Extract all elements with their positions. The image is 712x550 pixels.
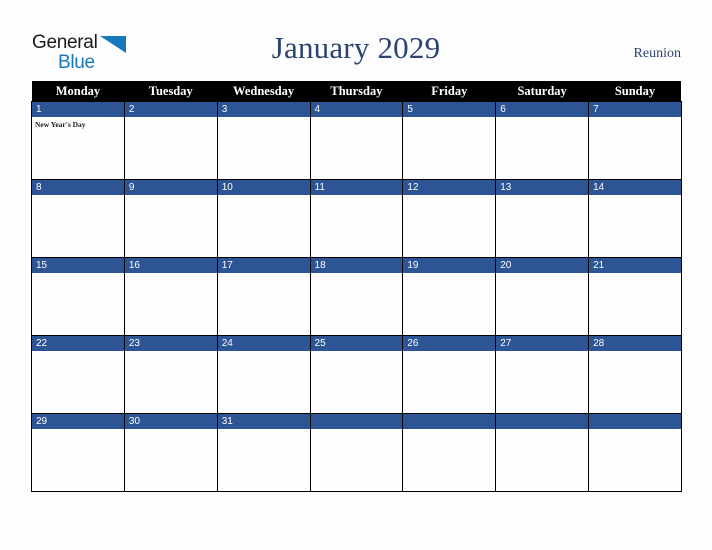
day-number: 18 (311, 258, 402, 273)
day-number: 16 (125, 258, 217, 273)
calendar-week-row: 8 9 10 11 12 13 14 (31, 179, 682, 258)
calendar-day-cell[interactable]: 15 (31, 257, 125, 336)
calendar-day-cell[interactable]: 14 (588, 179, 682, 258)
day-number: 31 (218, 414, 310, 429)
calendar-day-cell[interactable]: 17 (216, 257, 311, 336)
calendar-day-cell[interactable]: 18 (309, 257, 404, 336)
calendar-day-cell[interactable]: 28 (588, 335, 682, 414)
day-number: 21 (589, 258, 681, 273)
country-label: Reunion (633, 46, 681, 61)
day-number: 25 (311, 336, 402, 351)
calendar-day-cell[interactable]: 25 (309, 335, 404, 414)
day-number: 26 (403, 336, 495, 351)
calendar-day-cell[interactable]: 1 New Year's Day (31, 101, 125, 180)
calendar-day-cell[interactable] (495, 413, 590, 492)
calendar-grid: Monday Tuesday Wednesday Thursday Friday… (31, 81, 682, 492)
day-number (496, 414, 588, 429)
calendar-day-cell[interactable]: 29 (31, 413, 125, 492)
day-number (403, 414, 495, 429)
weekday-header-sunday: Sunday (588, 81, 682, 102)
calendar-day-cell[interactable]: 19 (402, 257, 497, 336)
day-number: 9 (125, 180, 217, 195)
calendar-day-cell[interactable] (402, 413, 497, 492)
day-number: 19 (403, 258, 495, 273)
calendar-day-cell[interactable] (588, 413, 682, 492)
calendar-day-cell[interactable]: 2 (123, 101, 218, 180)
day-number: 3 (218, 102, 310, 117)
calendar-day-cell[interactable]: 7 (588, 101, 682, 180)
page-title: January 2029 (271, 30, 441, 65)
day-number: 6 (496, 102, 588, 117)
day-number: 22 (32, 336, 124, 351)
calendar-day-cell[interactable]: 16 (123, 257, 218, 336)
calendar-week-row: 15 16 17 18 19 20 21 (31, 257, 682, 336)
weekday-header-wednesday: Wednesday (217, 81, 311, 102)
day-events: New Year's Day (32, 117, 123, 130)
weekday-header-tuesday: Tuesday (124, 81, 218, 102)
weekday-header-saturday: Saturday (495, 81, 589, 102)
page-header: General Blue January 2029 Reunion (0, 0, 712, 81)
calendar-day-cell[interactable]: 6 (495, 101, 590, 180)
calendar-day-cell[interactable]: 3 (216, 101, 311, 180)
day-number: 1 (32, 102, 124, 117)
weekday-header-friday: Friday (402, 81, 496, 102)
day-number: 10 (218, 180, 310, 195)
weekday-header-thursday: Thursday (310, 81, 403, 102)
calendar-day-cell[interactable]: 5 (402, 101, 497, 180)
day-number: 4 (311, 102, 402, 117)
day-number: 24 (218, 336, 310, 351)
calendar-week-row: 1 New Year's Day 2 3 4 5 6 7 (31, 101, 682, 180)
weekday-header-monday: Monday (31, 81, 125, 102)
day-number: 5 (403, 102, 495, 117)
day-number: 23 (125, 336, 217, 351)
day-number: 13 (496, 180, 588, 195)
day-number: 28 (589, 336, 681, 351)
calendar-day-cell[interactable]: 24 (216, 335, 311, 414)
calendar-day-cell[interactable]: 21 (588, 257, 682, 336)
day-number (589, 414, 681, 429)
day-number: 29 (32, 414, 124, 429)
day-number: 12 (403, 180, 495, 195)
day-number: 20 (496, 258, 588, 273)
day-number: 8 (32, 180, 124, 195)
calendar-day-cell[interactable] (309, 413, 404, 492)
calendar-day-cell[interactable]: 8 (31, 179, 125, 258)
calendar-day-cell[interactable]: 26 (402, 335, 497, 414)
calendar-day-cell[interactable]: 11 (309, 179, 404, 258)
calendar-day-cell[interactable]: 13 (495, 179, 590, 258)
day-number (311, 414, 402, 429)
day-number: 2 (125, 102, 217, 117)
calendar-week-row: 29 30 31 (31, 413, 682, 492)
calendar-day-cell[interactable]: 31 (216, 413, 311, 492)
day-number: 11 (311, 180, 402, 195)
calendar-week-row: 22 23 24 25 26 27 28 (31, 335, 682, 414)
day-number: 30 (125, 414, 217, 429)
calendar-day-cell[interactable]: 30 (123, 413, 218, 492)
calendar-day-cell[interactable]: 27 (495, 335, 590, 414)
calendar-day-cell[interactable]: 4 (309, 101, 404, 180)
calendar-body: 1 New Year's Day 2 3 4 5 6 7 8 9 10 11 12 13 14 15 16 17 1… (31, 101, 682, 492)
weekday-header-row: Monday Tuesday Wednesday Thursday Friday… (31, 81, 682, 102)
day-number: 14 (589, 180, 681, 195)
day-number: 15 (32, 258, 124, 273)
day-number: 7 (589, 102, 681, 117)
calendar-day-cell[interactable]: 10 (216, 179, 311, 258)
day-number: 27 (496, 336, 588, 351)
holiday-label: New Year's Day (35, 120, 86, 129)
calendar-day-cell[interactable]: 20 (495, 257, 590, 336)
calendar-day-cell[interactable]: 22 (31, 335, 125, 414)
calendar-day-cell[interactable]: 9 (123, 179, 218, 258)
day-number: 17 (218, 258, 310, 273)
calendar-day-cell[interactable]: 12 (402, 179, 497, 258)
calendar-day-cell[interactable]: 23 (123, 335, 218, 414)
